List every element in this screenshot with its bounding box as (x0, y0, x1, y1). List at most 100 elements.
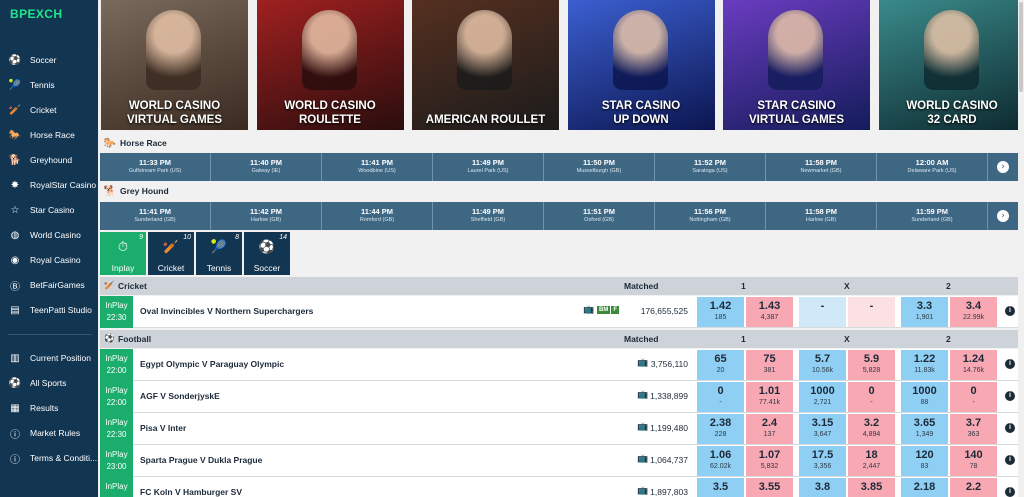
lay-odds-button[interactable]: - (848, 297, 895, 327)
back-odds-button[interactable]: 3.65 1,349 (901, 414, 948, 444)
back-odds-button[interactable]: 1000 88 (901, 382, 948, 412)
lay-odds-button[interactable]: 0- (950, 382, 997, 412)
race-cell[interactable]: 11:51 PM Oxford (GB) (544, 202, 655, 230)
lay-odds-button[interactable]: 2.4 137 (746, 414, 793, 444)
race-venue: Oxford (GB) (584, 217, 614, 223)
sidebar-item-teenpatti-studio[interactable]: ▤ TeenPatti Studio (0, 300, 98, 320)
sidebar-item-results[interactable]: ▦ Results (0, 398, 98, 418)
casino-banner[interactable]: STAR CASINO UP DOWN (567, 0, 715, 130)
back-odds-button[interactable]: 120 83 (901, 446, 948, 476)
back-odds-button[interactable]: 1.22 11.83k (901, 350, 948, 380)
back-odds-button[interactable]: 1.06 62.02k (697, 446, 744, 476)
race-cell[interactable]: 11:42 PM Harlow (GB) (211, 202, 322, 230)
sidebar-item-greyhound[interactable]: 🐕 Greyhound (0, 150, 98, 170)
sidebar-item-current-position[interactable]: ▥ Current Position (0, 348, 98, 368)
race-cell[interactable]: 11:58 PM Harlow (GB) (766, 202, 877, 230)
back-odds-button[interactable]: 5.7 10.56k (799, 350, 846, 380)
sidebar-item-royal-casino[interactable]: ◉ Royal Casino (0, 250, 98, 270)
race-cell[interactable]: 12:00 AM Delaware Park (US) (877, 153, 988, 181)
lay-odds-button[interactable]: 3.55 (746, 478, 793, 497)
sidebar-item-star-casino[interactable]: ☆ Star Casino (0, 200, 98, 220)
back-odds-button[interactable]: 2.38 228 (697, 414, 744, 444)
lay-odds-button[interactable]: 3.4 22.99k (950, 297, 997, 327)
back-odds-button[interactable]: 1.42 185 (697, 297, 744, 327)
lay-odds-button[interactable]: 5.9 5,828 (848, 350, 895, 380)
race-cell[interactable]: 11:56 PM Nottingham (GB) (655, 202, 766, 230)
race-cell[interactable]: 11:33 PM Gulfstream Park (US) (100, 153, 211, 181)
back-odds-button[interactable]: 3.3 1,901 (901, 297, 948, 327)
race-cell[interactable]: 11:50 PM Musselburgh (GB) (544, 153, 655, 181)
back-odds-button[interactable]: 17.5 3,356 (799, 446, 846, 476)
lay-odds-button[interactable]: 1.01 77.41k (746, 382, 793, 412)
race-cell[interactable]: 11:49 PM Sheffield (GB) (433, 202, 544, 230)
match-name[interactable]: FC Koln V Hamburger SV (140, 487, 242, 497)
sidebar-item-market-rules[interactable]: ⓘ Market Rules (0, 423, 98, 443)
sidebar-item-label: Cricket (30, 105, 57, 115)
sidebar-item-betfairgames[interactable]: Ⓑ BetFairGames (0, 275, 98, 295)
back-odds-button[interactable]: 3.8 (799, 478, 846, 497)
lay-odds-button[interactable]: 3.85 (848, 478, 895, 497)
info-icon[interactable]: i (1005, 455, 1015, 465)
scrollbar-thumb[interactable] (1019, 2, 1023, 92)
tab-inplay[interactable]: 9 ⏱ Inplay (100, 232, 146, 275)
info-icon[interactable]: i (1005, 423, 1015, 433)
back-odds-button[interactable]: - (799, 297, 846, 327)
lay-odds-button[interactable]: 0- (848, 382, 895, 412)
race-cell[interactable]: 11:41 PM Sunderland (GB) (100, 202, 211, 230)
lay-odds-button[interactable]: 2.2 (950, 478, 997, 497)
sidebar-item-tennis[interactable]: 🎾 Tennis (0, 75, 98, 95)
odds-price: 120 (915, 449, 934, 461)
back-odds-button[interactable]: 65 20 (697, 350, 744, 380)
back-odds-button[interactable]: 1000 2,721 (799, 382, 846, 412)
casino-banner[interactable]: WORLD CASINO 32 CARD (878, 0, 1018, 130)
lay-odds-button[interactable]: 140 78 (950, 446, 997, 476)
match-name[interactable]: AGF V SonderjyskE (140, 391, 220, 401)
sidebar-item-terms-conditi-[interactable]: ⓘ Terms & Conditi... (0, 448, 98, 468)
lay-odds-button[interactable]: 3.7 363 (950, 414, 997, 444)
info-icon[interactable]: i (1005, 487, 1015, 497)
next-arrow-button[interactable]: › (988, 202, 1018, 230)
race-cell[interactable]: 11:44 PM Romford (GB) (322, 202, 433, 230)
lay-odds-button[interactable]: 1.24 14.76k (950, 350, 997, 380)
info-icon[interactable]: i (1005, 359, 1015, 369)
race-cell[interactable]: 11:40 PM Galway (IE) (211, 153, 322, 181)
casino-banner[interactable]: AMERICAN ROULLET (412, 0, 559, 130)
match-name[interactable]: Pisa V Inter (140, 423, 186, 433)
race-cell[interactable]: 11:52 PM Saratoga (US) (655, 153, 766, 181)
casino-banner[interactable]: WORLD CASINO ROULETTE (256, 0, 404, 130)
lay-odds-button[interactable]: 1.07 5,832 (746, 446, 793, 476)
lay-odds-button[interactable]: 1.43 4,387 (746, 297, 793, 327)
lay-odds-button[interactable]: 3.2 4,894 (848, 414, 895, 444)
lay-odds-button[interactable]: 75 381 (746, 350, 793, 380)
tab-soccer[interactable]: 14 ⚽ Soccer (244, 232, 290, 275)
back-odds-button[interactable]: 3.15 3,647 (799, 414, 846, 444)
info-icon[interactable]: i (1005, 306, 1015, 316)
casino-banner[interactable]: WORLD CASINO VIRTUAL GAMES (101, 0, 248, 130)
race-cell[interactable]: 11:41 PM Woodbine (US) (322, 153, 433, 181)
scrollbar[interactable] (1018, 0, 1024, 497)
lay-odds-button[interactable]: 18 2,447 (848, 446, 895, 476)
sidebar-item-world-casino[interactable]: ◍ World Casino (0, 225, 98, 245)
info-icon[interactable]: i (1005, 391, 1015, 401)
tab-tennis[interactable]: 8 🎾 Tennis (196, 232, 242, 275)
odds-price: 1.22 (913, 353, 936, 365)
race-cell[interactable]: 11:58 PM Newmarket (GB) (766, 153, 877, 181)
sidebar-item-royalstar-casino[interactable]: ✸ RoyalStar Casino (0, 175, 98, 195)
sidebar-item-horse-race[interactable]: 🐎 Horse Race (0, 125, 98, 145)
back-odds-button[interactable]: 2.18 (901, 478, 948, 497)
casino-banner[interactable]: STAR CASINO VIRTUAL GAMES (723, 0, 870, 130)
next-arrow-button[interactable]: › (988, 153, 1018, 181)
match-name[interactable]: Sparta Prague V Dukla Prague (140, 455, 262, 465)
sidebar-item-all-sports[interactable]: ⚽ All Sports (0, 373, 98, 393)
sidebar-item-soccer[interactable]: ⚽ Soccer (0, 50, 98, 70)
match-name[interactable]: Egypt Olympic V Paraguay Olympic (140, 359, 284, 369)
back-odds-button[interactable]: 3.5 (697, 478, 744, 497)
back-odds-button[interactable]: 0- (697, 382, 744, 412)
match-name[interactable]: Oval Invincibles V Northern Supercharger… (140, 306, 313, 316)
logo[interactable]: BPEXCH (10, 7, 62, 21)
race-cell[interactable]: 11:49 PM Laurel Park (US) (433, 153, 544, 181)
odds-size: 14.76k (962, 367, 985, 374)
tab-cricket[interactable]: 10 🏏 Cricket (148, 232, 194, 275)
sidebar-item-cricket[interactable]: 🏏 Cricket (0, 100, 98, 120)
race-cell[interactable]: 11:59 PM Sunderland (GB) (877, 202, 988, 230)
